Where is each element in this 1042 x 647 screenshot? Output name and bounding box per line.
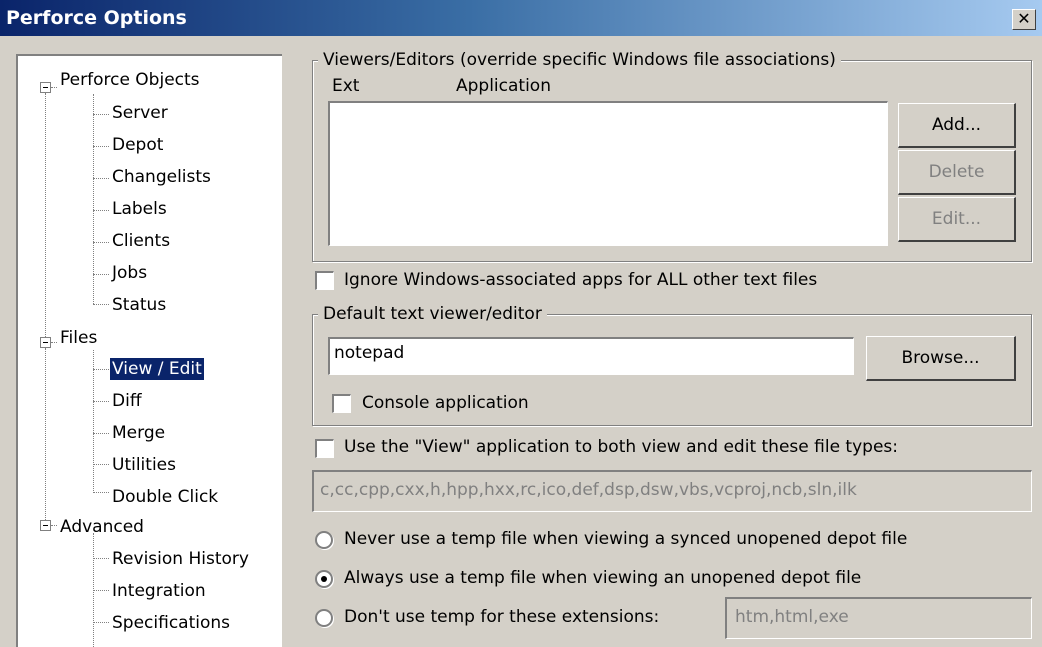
tree-item-utilities[interactable]: Utilities bbox=[110, 454, 178, 476]
radio-always-temp-label[interactable]: Always use a temp file when viewing an u… bbox=[344, 568, 861, 588]
collapse-icon[interactable] bbox=[40, 520, 51, 531]
tree-item-status[interactable]: Status bbox=[110, 294, 168, 316]
column-header-ext[interactable]: Ext bbox=[332, 76, 359, 96]
tree-item-labels[interactable]: Labels bbox=[110, 198, 169, 220]
tree-item-server[interactable]: Server bbox=[110, 102, 170, 124]
radio-never-temp-label[interactable]: Never use a temp file when viewing a syn… bbox=[344, 529, 907, 549]
collapse-icon[interactable] bbox=[40, 82, 51, 93]
use-view-app-checkbox[interactable] bbox=[315, 439, 334, 458]
tree-item-depot[interactable]: Depot bbox=[110, 134, 165, 156]
title-bar: Perforce Options ✕ bbox=[0, 0, 1042, 36]
tree-item-double-click[interactable]: Double Click bbox=[110, 486, 220, 508]
window-title: Perforce Options bbox=[6, 7, 187, 29]
browse-button[interactable]: Browse... bbox=[866, 336, 1016, 381]
use-view-app-label[interactable]: Use the "View" application to both view … bbox=[344, 437, 898, 457]
tree-item-diff[interactable]: Diff bbox=[110, 390, 144, 412]
delete-button[interactable]: Delete bbox=[898, 150, 1016, 195]
radio-never-temp[interactable] bbox=[315, 531, 333, 549]
default-editor-title: Default text viewer/editor bbox=[318, 304, 547, 324]
close-icon: ✕ bbox=[1017, 9, 1031, 28]
radio-dont-temp-label[interactable]: Don't use temp for these extensions: bbox=[344, 607, 659, 627]
viewers-list[interactable] bbox=[328, 101, 888, 246]
tree-item-view-edit[interactable]: View / Edit bbox=[110, 358, 204, 380]
column-header-application[interactable]: Application bbox=[456, 76, 551, 96]
add-button[interactable]: Add... bbox=[898, 103, 1016, 148]
tree-item-specifications[interactable]: Specifications bbox=[110, 612, 232, 634]
tree-item-integration[interactable]: Integration bbox=[110, 580, 208, 602]
console-application-label[interactable]: Console application bbox=[362, 393, 529, 413]
edit-button[interactable]: Edit... bbox=[898, 197, 1016, 242]
close-button[interactable]: ✕ bbox=[1012, 9, 1036, 30]
tree-item-clients[interactable]: Clients bbox=[110, 230, 172, 252]
radio-always-temp[interactable] bbox=[315, 570, 333, 588]
radio-dont-temp[interactable] bbox=[315, 609, 333, 627]
tree-item-revision-history[interactable]: Revision History bbox=[110, 548, 251, 570]
default-editor-input[interactable]: notepad bbox=[328, 337, 854, 375]
console-application-checkbox[interactable] bbox=[332, 394, 351, 413]
tree-item-merge[interactable]: Merge bbox=[110, 422, 167, 444]
tree-item-changelists[interactable]: Changelists bbox=[110, 166, 213, 188]
ignore-windows-apps-label[interactable]: Ignore Windows-associated apps for ALL o… bbox=[344, 270, 817, 290]
tree-group-files[interactable]: Files bbox=[58, 327, 99, 349]
tree-group-advanced[interactable]: Advanced bbox=[58, 516, 146, 538]
options-tree[interactable]: Perforce Objects Server Depot Changelist… bbox=[16, 54, 282, 647]
viewers-editors-title: Viewers/Editors (override specific Windo… bbox=[318, 50, 841, 70]
tree-group-perforce-objects[interactable]: Perforce Objects bbox=[58, 69, 202, 91]
view-file-types-input[interactable]: c,cc,cpp,cxx,h,hpp,hxx,rc,ico,def,dsp,ds… bbox=[312, 470, 1032, 512]
tree-item-jobs[interactable]: Jobs bbox=[110, 262, 149, 284]
collapse-icon[interactable] bbox=[40, 337, 51, 348]
ignore-windows-apps-checkbox[interactable] bbox=[315, 271, 334, 290]
no-temp-extensions-input[interactable]: htm,html,exe bbox=[725, 597, 1032, 639]
